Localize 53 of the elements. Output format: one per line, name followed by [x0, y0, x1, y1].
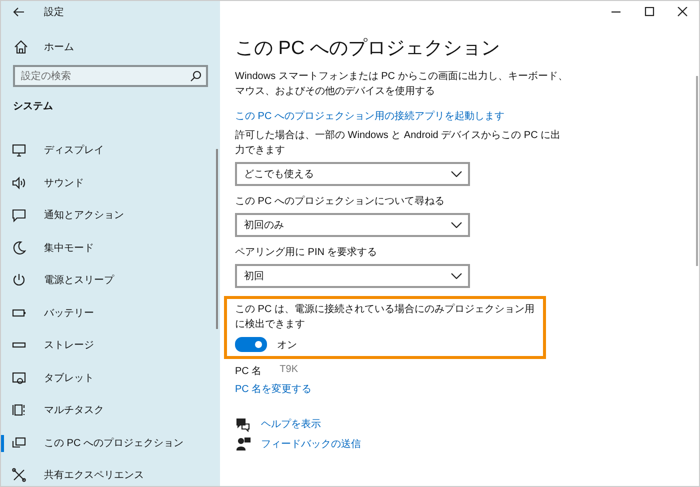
nav-item[interactable]: 電源とスリープ: [1, 264, 220, 296]
dropdown[interactable]: 初回のみ: [235, 213, 470, 237]
nav-item[interactable]: 集中モード: [1, 232, 220, 264]
home-item[interactable]: ホーム: [1, 37, 220, 57]
close-button[interactable]: [677, 7, 688, 17]
nav-item[interactable]: 共有エクスペリエンス: [1, 459, 220, 487]
maximize-button[interactable]: [644, 7, 655, 17]
nav-item[interactable]: サウンド: [1, 166, 220, 199]
pc-name-value: T9K: [280, 364, 298, 377]
nav-item[interactable]: ストレージ: [1, 329, 220, 362]
description-text: Windows スマートフォンまたは PC からこの画面に出力し、キーボード、マウス、およびその他のデバイスを使用する: [235, 70, 569, 99]
nav-item[interactable]: ディスプレイ: [1, 134, 220, 166]
dropdown[interactable]: どこでも使える: [235, 162, 470, 186]
dropdown[interactable]: 初回: [235, 264, 470, 288]
home-icon: [13, 39, 29, 55]
launch-link[interactable]: この PC へのプロジェクション用の接続アプリを起動します: [235, 109, 504, 124]
nav-item[interactable]: 通知とアクション: [1, 199, 220, 232]
tablet-icon: [11, 370, 27, 386]
multitask-icon: [11, 402, 27, 418]
scrollbar[interactable]: [696, 76, 698, 266]
search-icon: [190, 70, 202, 82]
message-icon: [11, 207, 27, 224]
setting-label: この PC は、電源に接続されている場合にのみプロジェクション用に検出できます: [235, 302, 535, 332]
scrollbar[interactable]: [216, 149, 218, 329]
nav-item[interactable]: マルチタスク: [1, 394, 220, 426]
setting-label: ペアリング用に PIN を要求する: [235, 246, 378, 260]
person-icon: [235, 436, 251, 452]
chevron-icon: [451, 270, 462, 282]
help-link[interactable]: フィードバックの送信: [261, 437, 361, 451]
chevron-icon: [451, 220, 462, 230]
rename-link[interactable]: PC 名を変更する: [235, 382, 312, 396]
speaker-icon: [11, 174, 27, 191]
pc-name-label: PC 名: [235, 365, 262, 378]
window-title: 設定: [44, 6, 64, 19]
nav-item[interactable]: バッテリー: [1, 296, 220, 329]
moon-icon: [11, 240, 27, 256]
home-label: ホーム: [44, 41, 74, 54]
share-icon: [11, 467, 27, 484]
nav-item[interactable]: タブレット: [1, 362, 220, 394]
nav-item[interactable]: この PC へのプロジェクション: [1, 426, 220, 459]
toggle-state: オン: [277, 338, 297, 352]
page-title: この PC へのプロジェクション: [235, 37, 501, 61]
help-link[interactable]: ヘルプを表示: [261, 417, 321, 431]
back-arrow-icon[interactable]: [13, 7, 25, 17]
toggle-switch[interactable]: [235, 337, 267, 352]
section-heading: システム: [12, 100, 54, 114]
chevron-icon: [451, 168, 462, 180]
search-field[interactable]: 設定の検索: [13, 65, 208, 87]
display-icon: [11, 142, 27, 158]
chat-bubbles-icon: [235, 416, 251, 432]
setting-label: この PC へのプロジェクションについて尋ねる: [235, 194, 446, 209]
setting-label: 許可した場合は、一部の Windows と Android デバイスからこの PC に出力できます: [235, 128, 562, 158]
power-icon: [11, 272, 27, 288]
